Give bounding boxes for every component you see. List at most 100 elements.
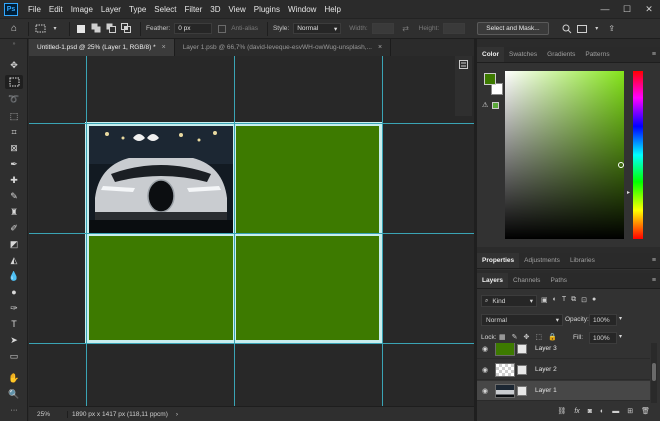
web-safe-swatch[interactable]	[492, 102, 499, 109]
menu-type[interactable]: Type	[125, 5, 150, 14]
close-icon[interactable]: ×	[162, 44, 166, 51]
fx-icon[interactable]: fx	[574, 408, 579, 415]
link-icon[interactable]: ⛓	[557, 407, 566, 415]
lasso-tool-icon[interactable]: ➰	[5, 92, 23, 106]
type-tool-icon[interactable]: T	[5, 317, 23, 331]
filter-adjustment-icon[interactable]: ◐	[553, 296, 557, 304]
status-menu-arrow-icon[interactable]: ›	[176, 411, 178, 418]
path-selection-tool-icon[interactable]: ➤	[5, 333, 23, 347]
move-tool-icon[interactable]: ✥	[5, 58, 23, 72]
menu-image[interactable]: Image	[67, 5, 97, 14]
height-input[interactable]	[443, 23, 466, 34]
object-selection-tool-icon[interactable]: ⬚	[5, 109, 23, 123]
dodge-tool-icon[interactable]: ●	[5, 285, 23, 299]
panel-menu-icon[interactable]: ≡	[652, 277, 656, 284]
tab-patterns[interactable]: Patterns	[580, 47, 614, 62]
marquee-preset-icon[interactable]	[34, 23, 46, 35]
menu-plugins[interactable]: Plugins	[250, 5, 284, 14]
layer-name[interactable]: Layer 2	[535, 366, 557, 373]
menu-window[interactable]: Window	[284, 5, 320, 14]
adjustment-icon[interactable]: ◐	[600, 408, 604, 415]
new-selection-icon[interactable]	[75, 23, 87, 35]
blend-mode-select[interactable]: Normal ▾	[481, 314, 563, 326]
tab-paths[interactable]: Paths	[545, 273, 572, 288]
layer-name[interactable]: Layer 3	[535, 345, 557, 352]
group-icon[interactable]: ▬	[612, 408, 619, 415]
tab-untitled-1[interactable]: Untitled-1.psd @ 25% (Layer 1, RGB/8) * …	[29, 39, 175, 56]
close-icon[interactable]: ×	[378, 44, 382, 51]
hue-slider[interactable]	[633, 71, 643, 239]
guide-vertical[interactable]	[382, 56, 383, 406]
feather-input[interactable]: 0 px	[174, 23, 213, 34]
visibility-eye-icon[interactable]: ◉	[477, 345, 493, 353]
guide-vertical[interactable]	[234, 56, 235, 406]
chevron-down-icon[interactable]: ▾	[619, 315, 622, 322]
minimize-button[interactable]: —	[594, 0, 616, 18]
maximize-button[interactable]: ☐	[616, 0, 638, 18]
foreground-color-swatch[interactable]	[484, 73, 496, 85]
intersect-selection-icon[interactable]	[120, 23, 132, 35]
width-input[interactable]	[371, 23, 394, 34]
rectangular-marquee-tool-icon[interactable]	[5, 75, 23, 89]
guide-horizontal[interactable]	[29, 123, 474, 124]
workspace-icon[interactable]	[576, 23, 588, 35]
layer-row-layer-3[interactable]: ◉ Layer 3	[477, 343, 650, 359]
menu-help[interactable]: Help	[320, 5, 344, 14]
home-icon[interactable]: ⌂	[8, 23, 20, 35]
gamut-warning-icon[interactable]: ⚠	[482, 101, 488, 109]
filter-kind-select[interactable]: ⌕ Kind ▾	[481, 295, 537, 307]
rectangle-tool-icon[interactable]: ▭	[5, 349, 23, 363]
panel-menu-icon[interactable]: ≡	[652, 257, 656, 264]
zoom-level[interactable]: 25%	[37, 411, 63, 418]
history-brush-tool-icon[interactable]: ✐	[5, 221, 23, 235]
hue-slider-handle-icon[interactable]: ▸	[627, 189, 630, 196]
menu-select[interactable]: Select	[150, 5, 180, 14]
add-selection-icon[interactable]	[90, 23, 102, 35]
workspace-dropdown-icon[interactable]: ▾	[591, 23, 603, 35]
tab-channels[interactable]: Channels	[508, 273, 545, 288]
frame-tool-icon[interactable]: ⊠	[5, 141, 23, 155]
subtract-selection-icon[interactable]	[105, 23, 117, 35]
filter-type-icon[interactable]: T	[562, 296, 566, 304]
color-field[interactable]	[505, 71, 624, 239]
antialias-checkbox[interactable]	[216, 23, 228, 35]
lock-transparent-icon[interactable]: ▦	[499, 333, 506, 341]
photoshop-logo-icon[interactable]: Ps	[4, 2, 18, 16]
menu-file[interactable]: File	[24, 5, 45, 14]
guide-vertical[interactable]	[86, 56, 87, 406]
blur-tool-icon[interactable]: 💧	[5, 269, 23, 283]
visibility-eye-icon[interactable]: ◉	[477, 387, 493, 395]
tab-layers[interactable]: Layers	[477, 273, 508, 288]
tab-color[interactable]: Color	[477, 47, 504, 62]
scrollbar-thumb[interactable]	[652, 363, 656, 381]
brush-tool-icon[interactable]: ✎	[5, 189, 23, 203]
menu-layer[interactable]: Layer	[97, 5, 125, 14]
collapse-toolbar-icon[interactable]: »	[5, 41, 23, 47]
healing-brush-tool-icon[interactable]: ✚	[5, 173, 23, 187]
tab-adjustments[interactable]: Adjustments	[519, 253, 565, 268]
tab-gradients[interactable]: Gradients	[542, 47, 580, 62]
trash-icon[interactable]: 🗑	[641, 407, 650, 415]
select-and-mask-button[interactable]: Select and Mask...	[477, 22, 549, 35]
layer-list-scrollbar[interactable]	[651, 343, 657, 403]
eraser-tool-icon[interactable]: ◩	[5, 237, 23, 251]
menu-view[interactable]: View	[225, 5, 250, 14]
lock-all-icon[interactable]: 🔒	[548, 333, 557, 341]
chevron-down-icon[interactable]: ▾	[619, 333, 622, 340]
clone-stamp-tool-icon[interactable]: ♜	[5, 205, 23, 219]
more-tools-icon[interactable]: ···	[5, 403, 23, 417]
tab-swatches[interactable]: Swatches	[504, 47, 542, 62]
canvas-area[interactable]	[29, 56, 474, 406]
color-picker-marker[interactable]	[618, 162, 624, 168]
paint-bucket-tool-icon[interactable]: ◭	[5, 253, 23, 267]
menu-filter[interactable]: Filter	[181, 5, 207, 14]
panel-menu-icon[interactable]: ≡	[652, 51, 656, 58]
filter-shape-icon[interactable]: ⧉	[571, 296, 576, 304]
layer-row-layer-1[interactable]: ◉ Layer 1	[477, 381, 650, 401]
crop-tool-icon[interactable]: ⌗	[5, 125, 23, 139]
search-icon[interactable]	[561, 23, 573, 35]
panel-icon[interactable]	[459, 60, 468, 69]
filter-smart-object-icon[interactable]: ⊡	[581, 296, 587, 304]
menu-edit[interactable]: Edit	[45, 5, 67, 14]
tab-libraries[interactable]: Libraries	[565, 253, 600, 268]
